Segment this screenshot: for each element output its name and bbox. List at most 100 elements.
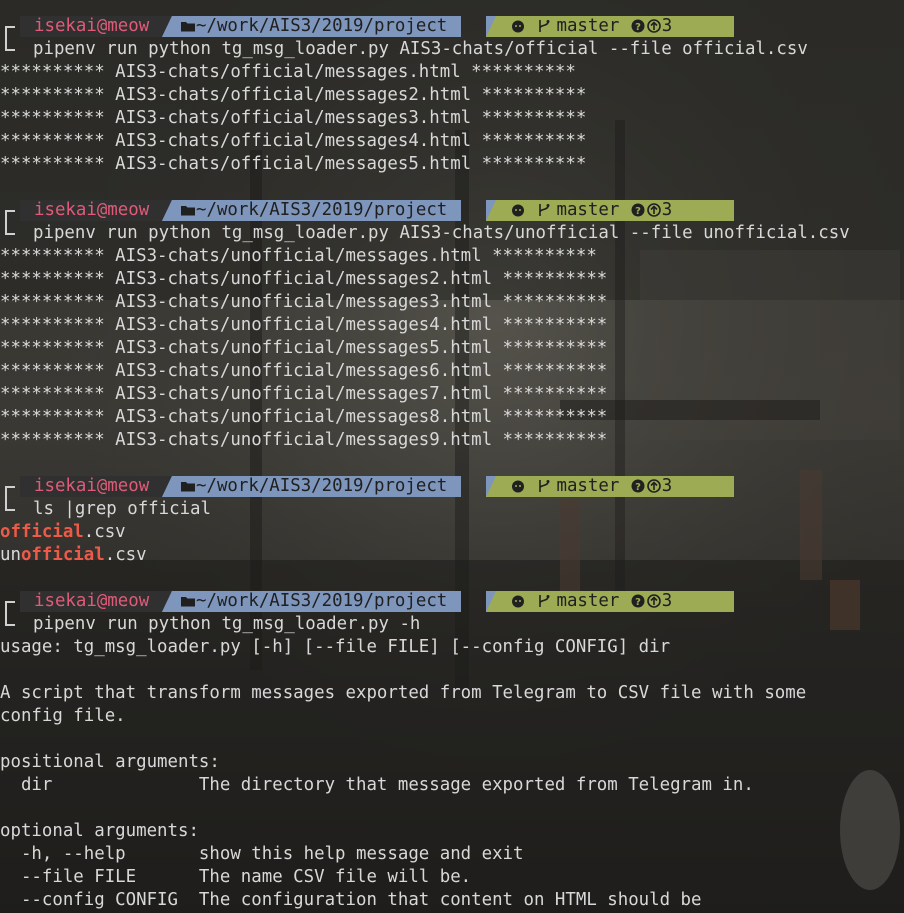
prompt-git: master ? 3 bbox=[486, 591, 734, 612]
prompt-status-count: 3 bbox=[661, 16, 673, 36]
svg-text:?: ? bbox=[635, 206, 641, 217]
command-line[interactable]: ls |grep official bbox=[0, 498, 904, 521]
folder-icon bbox=[181, 22, 195, 32]
prompt-corner-bottom bbox=[5, 222, 15, 235]
prompt-end-icon bbox=[710, 476, 723, 497]
prompt-separator-icon bbox=[486, 16, 496, 37]
command-text: pipenv run python tg_msg_loader.py AIS3-… bbox=[33, 223, 850, 243]
command-block: isekai@meow ~/work/AIS3/2019/project mast… bbox=[0, 475, 904, 567]
grep-match: official bbox=[20, 545, 105, 565]
prompt-line: isekai@meow ~/work/AIS3/2019/project mast… bbox=[0, 199, 904, 224]
output-line: --config CONFIG The configuration that c… bbox=[0, 890, 702, 910]
prompt-separator-icon bbox=[486, 591, 496, 612]
branch-icon bbox=[539, 480, 550, 492]
arrow-up-icon bbox=[646, 203, 661, 217]
grep-result-line: unofficial.csv bbox=[0, 544, 904, 567]
github-icon bbox=[512, 480, 524, 493]
prompt-corner-bottom bbox=[5, 38, 15, 51]
github-icon bbox=[512, 595, 524, 608]
prompt-path-text: ~/work/AIS3/2019/project bbox=[196, 16, 448, 36]
output-line: ********** AIS3-chats/unofficial/message… bbox=[0, 246, 597, 266]
prompt-user: isekai@meow bbox=[20, 16, 164, 37]
grep-post: .csv bbox=[83, 522, 126, 542]
prompt-separator-icon bbox=[486, 476, 496, 497]
prompt-git: master ? 3 bbox=[486, 476, 734, 497]
command-text: pipenv run python tg_msg_loader.py -h bbox=[33, 614, 421, 634]
branch-icon bbox=[539, 204, 550, 216]
output-line: ********** AIS3-chats/unofficial/message… bbox=[0, 430, 608, 450]
question-icon: ? bbox=[631, 19, 645, 33]
svg-text:?: ? bbox=[635, 482, 641, 493]
prompt-branch: master bbox=[556, 16, 620, 36]
command-block: isekai@meow ~/work/AIS3/2019/project mast… bbox=[0, 590, 904, 912]
prompt-branch: master bbox=[556, 476, 620, 496]
prompt-user: isekai@meow bbox=[20, 200, 164, 221]
svg-text:?: ? bbox=[635, 597, 641, 608]
branch-icon bbox=[539, 20, 550, 32]
output-line: dir The directory that message exported … bbox=[0, 775, 754, 795]
github-icon bbox=[512, 204, 524, 217]
prompt-line: isekai@meow ~/work/AIS3/2019/project mast… bbox=[0, 590, 904, 615]
branch-icon bbox=[539, 595, 550, 607]
prompt-git: master ? 3 bbox=[486, 16, 734, 37]
prompt-path: ~/work/AIS3/2019/project bbox=[180, 16, 462, 37]
command-text: pipenv run python tg_msg_loader.py AIS3-… bbox=[33, 39, 808, 59]
prompt-end-icon bbox=[710, 16, 723, 37]
command-block: isekai@meow ~/work/AIS3/2019/project mast… bbox=[0, 15, 904, 176]
prompt-corner-bottom bbox=[5, 613, 15, 626]
output-line: ********** AIS3-chats/unofficial/message… bbox=[0, 269, 608, 289]
output-line: -h, --help show this help message and ex… bbox=[0, 844, 524, 864]
arrow-up-icon bbox=[646, 594, 661, 608]
prompt-separator-icon bbox=[486, 200, 496, 221]
question-icon: ? bbox=[631, 594, 645, 608]
folder-icon bbox=[181, 482, 195, 492]
prompt-user: isekai@meow bbox=[20, 476, 164, 497]
prompt-line: isekai@meow ~/work/AIS3/2019/project mast… bbox=[0, 475, 904, 500]
prompt-branch: master bbox=[556, 591, 620, 611]
grep-match: official bbox=[0, 522, 84, 542]
prompt-line: isekai@meow ~/work/AIS3/2019/project mast… bbox=[0, 15, 904, 40]
prompt-path: ~/work/AIS3/2019/project bbox=[180, 591, 462, 612]
folder-icon bbox=[181, 206, 195, 216]
output-line: ********** AIS3-chats/official/messages2… bbox=[0, 85, 587, 105]
prompt-user: isekai@meow bbox=[20, 591, 164, 612]
command-line[interactable]: pipenv run python tg_msg_loader.py -h bbox=[0, 613, 904, 636]
output-line: ********** AIS3-chats/unofficial/message… bbox=[0, 384, 608, 404]
prompt-path-text: ~/work/AIS3/2019/project bbox=[196, 591, 448, 611]
output-line: ********** AIS3-chats/unofficial/message… bbox=[0, 407, 608, 427]
grep-pre: un bbox=[0, 545, 21, 565]
prompt-corner-bottom bbox=[5, 498, 15, 511]
prompt-git: master ? 3 bbox=[486, 200, 734, 221]
output-line: config file. bbox=[0, 706, 126, 726]
prompt-status-count: 3 bbox=[661, 591, 673, 611]
prompt-end-icon bbox=[710, 591, 723, 612]
question-icon: ? bbox=[631, 203, 645, 217]
arrow-up-icon bbox=[646, 19, 661, 33]
output-line: ********** AIS3-chats/unofficial/message… bbox=[0, 292, 608, 312]
output-line: ********** AIS3-chats/official/messages.… bbox=[0, 62, 576, 82]
prompt-status-count: 3 bbox=[661, 200, 673, 220]
prompt-path: ~/work/AIS3/2019/project bbox=[180, 200, 462, 221]
command-line[interactable]: pipenv run python tg_msg_loader.py AIS3-… bbox=[0, 222, 904, 245]
command-block: isekai@meow ~/work/AIS3/2019/project mast… bbox=[0, 199, 904, 452]
output-line: ********** AIS3-chats/official/messages5… bbox=[0, 154, 587, 174]
output-line: ********** AIS3-chats/unofficial/message… bbox=[0, 361, 608, 381]
output-line: optional arguments: bbox=[0, 821, 199, 841]
output-line: positional arguments: bbox=[0, 752, 220, 772]
output-line: ********** AIS3-chats/unofficial/message… bbox=[0, 315, 608, 335]
arrow-up-icon bbox=[646, 479, 661, 493]
question-icon: ? bbox=[631, 479, 645, 493]
prompt-path-text: ~/work/AIS3/2019/project bbox=[196, 476, 448, 496]
folder-icon bbox=[181, 597, 195, 607]
command-line[interactable]: pipenv run python tg_msg_loader.py AIS3-… bbox=[0, 38, 904, 61]
grep-result-line: official.csv bbox=[0, 521, 904, 544]
grep-post: .csv bbox=[104, 545, 147, 565]
output-line: --file FILE The name CSV file will be. bbox=[0, 867, 472, 887]
prompt-status-count: 3 bbox=[661, 476, 673, 496]
prompt-end-icon bbox=[710, 200, 723, 221]
output-line: ********** AIS3-chats/official/messages4… bbox=[0, 131, 587, 151]
command-text: ls |grep official bbox=[33, 499, 211, 519]
